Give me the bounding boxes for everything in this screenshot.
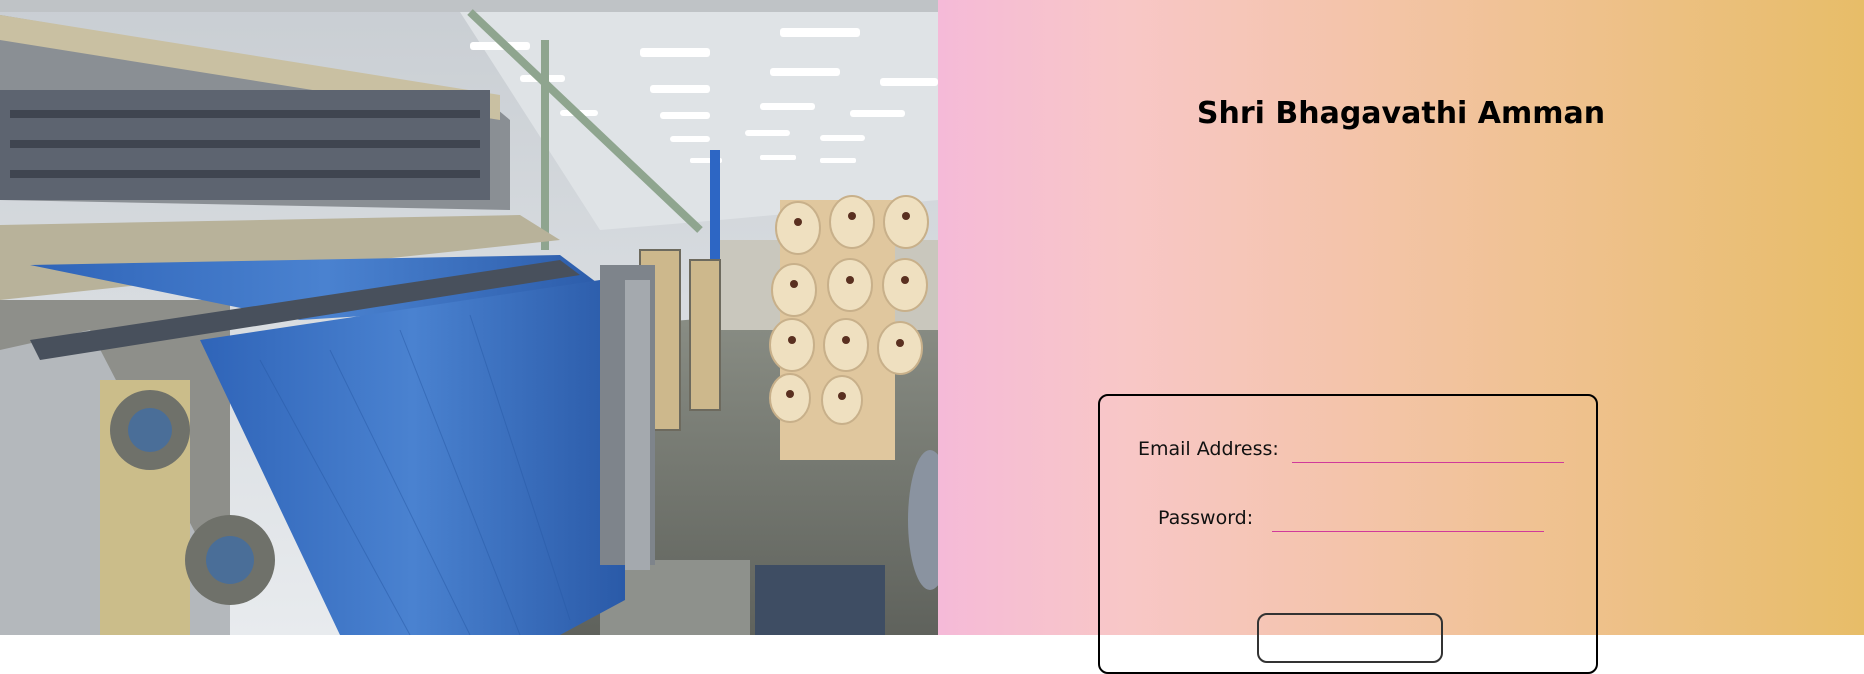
- password-input[interactable]: [1272, 503, 1544, 532]
- login-form: Email Address: Password:: [1098, 394, 1598, 674]
- email-label: Email Address:: [1138, 438, 1279, 460]
- login-panel: Shri Bhagavathi Amman Email Address: Pas…: [938, 0, 1864, 674]
- textile-factory-photo: [0, 0, 938, 635]
- login-button[interactable]: [1257, 613, 1443, 663]
- email-input[interactable]: [1292, 434, 1564, 463]
- factory-illustration: [0, 0, 938, 635]
- password-label: Password:: [1158, 507, 1254, 529]
- brand-title: Shri Bhagavathi Amman: [1196, 96, 1606, 131]
